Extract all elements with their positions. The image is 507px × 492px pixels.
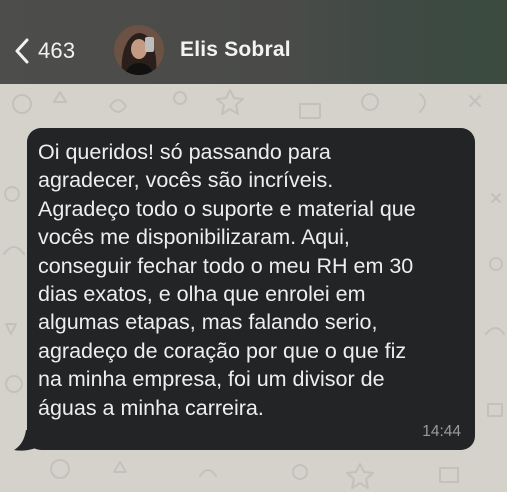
message-line: na minha empresa, foi um divisor de [38,367,385,392]
message-line: algumas etapas, mas falando serio, [38,310,378,335]
message-bubble[interactable]: Oi queridos! só passando para agradecer,… [27,128,475,450]
avatar[interactable] [114,25,164,75]
chevron-left-icon [15,38,29,64]
chat-header: 463 Elis Sobral [0,0,507,84]
message-line: conseguir fechar todo o meu RH em 30 [38,253,414,278]
message-line: dias exatos, e olha que enrolei em [38,282,366,307]
message-timestamp: 14:44 [422,423,461,440]
message-line: vocês me disponibilizaram. Aqui, [38,225,350,250]
message-line: agradecer, vocês são incríveis. [38,168,334,193]
message-text: Oi queridos! só passando para agradecer,… [38,138,468,422]
message-line: Oi queridos! só passando para [38,140,331,164]
unread-count: 463 [38,38,76,63]
message-line: agradeço de coração por que o que fiz [38,338,407,363]
message-line: Agradeço todo o suporte e material que [38,196,416,221]
contact-name[interactable]: Elis Sobral [180,38,291,62]
back-button[interactable]: 463 [14,34,75,68]
avatar-photo [114,25,164,75]
message-line: águas a minha carreira. [38,395,264,420]
